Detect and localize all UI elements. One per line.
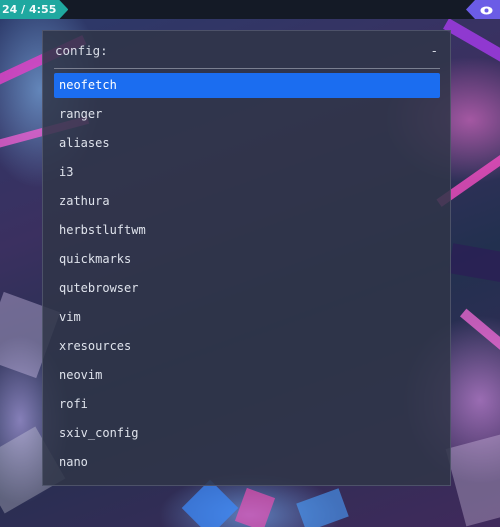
list-item[interactable]: sxiv_config xyxy=(54,421,440,446)
filter-input[interactable] xyxy=(117,42,418,60)
visibility-toggle[interactable] xyxy=(466,0,500,19)
list-item[interactable]: herbstluftwm xyxy=(54,218,440,243)
list-item[interactable]: i3 xyxy=(54,160,440,185)
separator xyxy=(54,68,440,69)
list-item[interactable]: vim xyxy=(54,305,440,330)
prompt-row: config: - xyxy=(55,42,438,60)
prompt-label: config: xyxy=(55,43,108,58)
list-item[interactable]: rofi xyxy=(54,392,440,417)
eye-icon xyxy=(480,0,493,19)
list-item[interactable]: xresources xyxy=(54,334,440,359)
clock-workspace-indicator: 24 / 4:55 xyxy=(0,0,68,19)
list-item[interactable]: aliases xyxy=(54,131,440,156)
list-item[interactable]: nano xyxy=(54,450,440,475)
list-item[interactable]: neofetch xyxy=(54,73,440,98)
list-item[interactable]: neovim xyxy=(54,363,440,388)
list-item[interactable]: qutebrowser xyxy=(54,276,440,301)
list-item[interactable]: ranger xyxy=(54,102,440,127)
list-item[interactable]: zathura xyxy=(54,189,440,214)
list-item[interactable]: quickmarks xyxy=(54,247,440,272)
mode-indicator: - xyxy=(430,43,438,58)
status-bar: 24 / 4:55 xyxy=(0,0,500,19)
rofi-launcher: config: - neofetch ranger aliases i3 zathura… xyxy=(42,30,451,486)
entry-list: neofetch ranger aliases i3 zathura herbstluft… xyxy=(54,73,440,479)
